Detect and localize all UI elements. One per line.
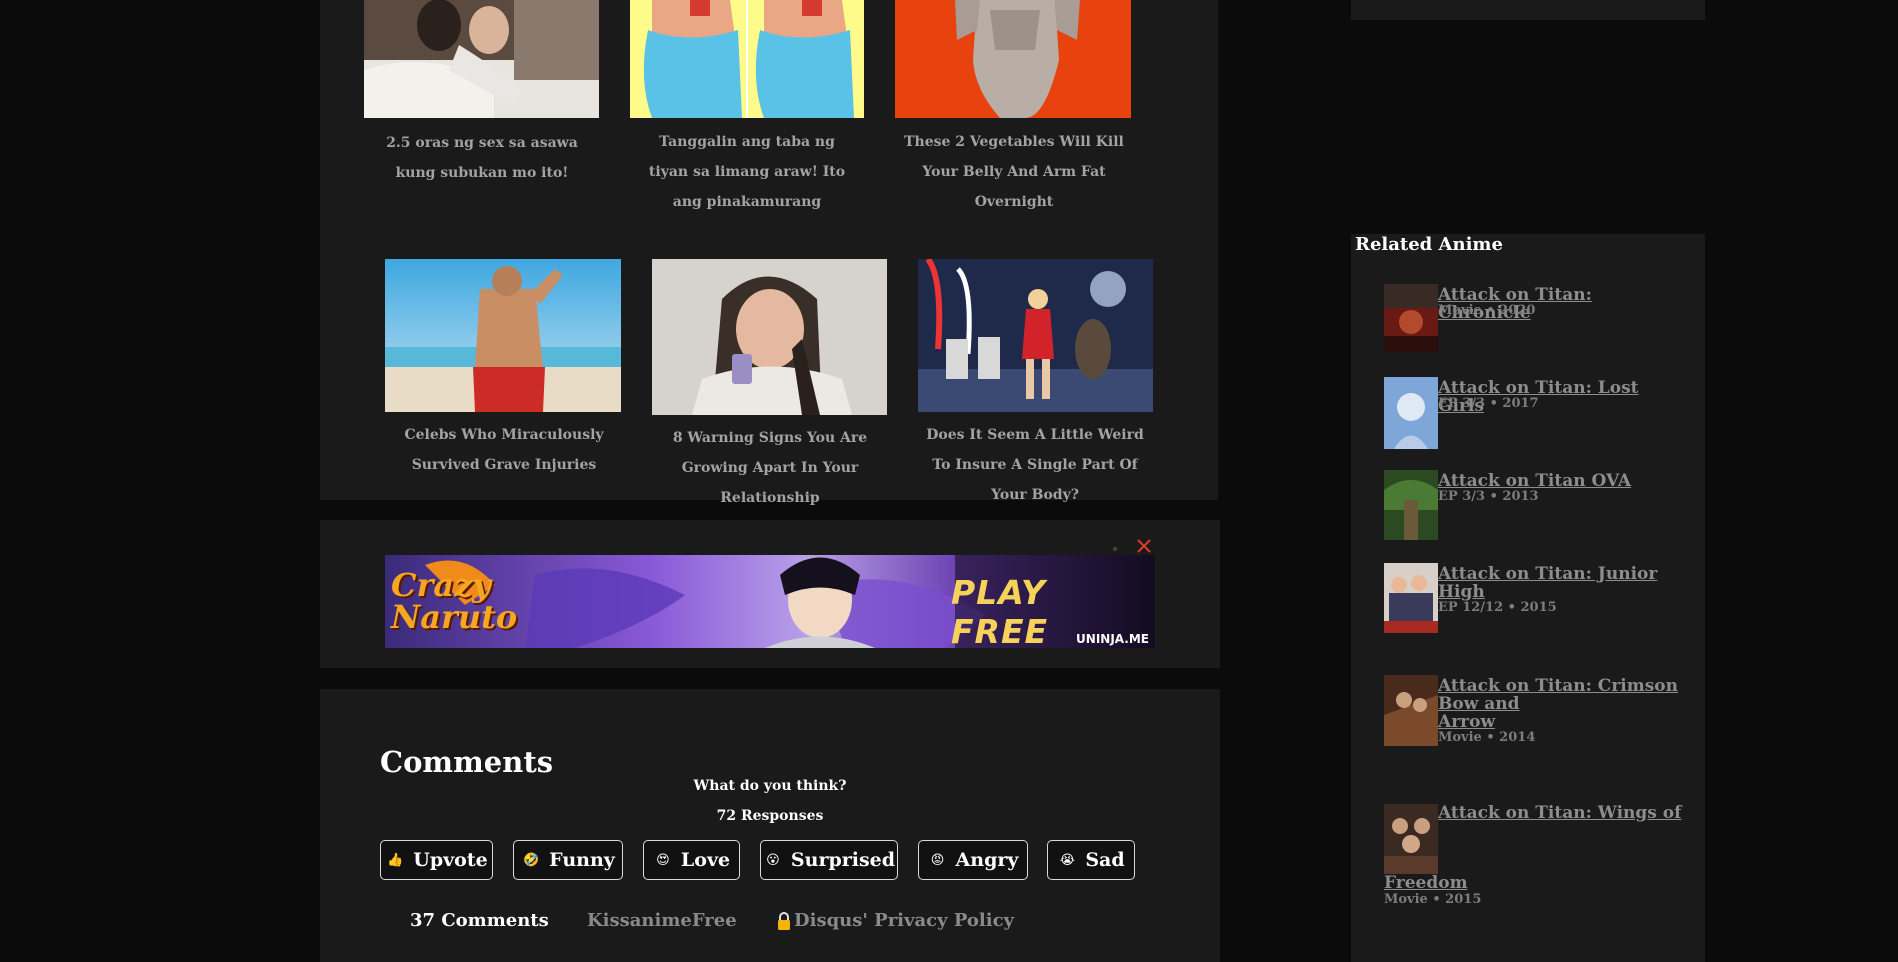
reaction-label: Love bbox=[680, 849, 731, 871]
related-anime-title[interactable]: Freedom bbox=[1384, 874, 1468, 892]
tab-community[interactable]: KissanimeFree bbox=[587, 910, 737, 931]
response-count: 72 Responses bbox=[716, 808, 824, 824]
recommended-caption[interactable]: Does It Seem A Little Weird To Insure A … bbox=[915, 420, 1155, 510]
reaction-prompt: What do you think? bbox=[693, 778, 847, 794]
related-anime-meta: EP 12/12 • 2015 bbox=[1438, 600, 1557, 615]
related-anime-item[interactable]: Attack on Titan OVA EP 3/3 • 2013 bbox=[1384, 470, 1684, 540]
recommended-caption[interactable]: 8 Warning Signs You Are Growing Apart In… bbox=[652, 423, 888, 513]
heart-eyes-face-icon: 😍 bbox=[656, 852, 670, 868]
recommended-caption[interactable]: 2.5 oras ng sex sa asawa kung subukan mo… bbox=[376, 128, 588, 188]
reaction-label: Angry bbox=[955, 849, 1019, 871]
recommended-thumbnail[interactable] bbox=[918, 259, 1153, 412]
recommended-thumbnail[interactable] bbox=[364, 0, 599, 118]
recommended-thumbnail[interactable] bbox=[652, 259, 887, 415]
related-anime-meta: EP 3/3 • 2013 bbox=[1438, 489, 1539, 504]
anime-poster[interactable] bbox=[1384, 470, 1438, 540]
crying-face-icon: 😭 bbox=[1059, 852, 1075, 868]
recommended-caption[interactable]: These 2 Vegetables Will Kill Your Belly … bbox=[898, 127, 1130, 217]
reaction-surprised-button[interactable]: 😮 Surprised bbox=[760, 840, 898, 880]
recommended-caption[interactable]: Celebs Who Miraculously Survived Grave I… bbox=[386, 420, 622, 480]
angry-face-icon: 😡 bbox=[930, 852, 945, 868]
recommended-caption[interactable]: Tanggalin ang taba ng tiyan sa limang ar… bbox=[640, 127, 854, 217]
recommended-thumbnail[interactable] bbox=[385, 259, 621, 412]
related-anime-item[interactable]: Attack on Titan: Crimson Bow and Arrow M… bbox=[1384, 675, 1684, 765]
reaction-label: Sad bbox=[1085, 849, 1125, 871]
related-anime-item[interactable]: Attack on Titan: Junior High EP 12/12 • … bbox=[1384, 563, 1684, 633]
laughing-face-icon: 🤣 bbox=[523, 852, 540, 868]
privacy-policy-label: Disqus' Privacy Policy bbox=[794, 910, 1014, 931]
reaction-angry-button[interactable]: 😡 Angry bbox=[918, 840, 1028, 880]
related-anime-item[interactable]: Attack on Titan: Chronicle Movie • 2020 bbox=[1384, 284, 1684, 352]
ad-banner[interactable]: Crazy Naruto PLAY FREE UNINJA.ME bbox=[385, 555, 1155, 648]
sidebar-top-widget bbox=[1351, 0, 1705, 20]
related-anime-meta: Movie • 2015 bbox=[1384, 892, 1482, 907]
ad-domain: UNINJA.ME bbox=[1076, 632, 1149, 646]
related-anime-meta: EP 3/3 • 2017 bbox=[1438, 396, 1539, 411]
related-anime-item[interactable]: Attack on Titan: Lost Girls EP 3/3 • 201… bbox=[1384, 377, 1684, 449]
anime-poster[interactable] bbox=[1384, 804, 1438, 874]
thumbs-up-icon: 👍 bbox=[387, 852, 404, 868]
anime-poster[interactable] bbox=[1384, 563, 1438, 633]
tab-comment-count[interactable]: 37 Comments bbox=[410, 910, 549, 931]
comments-heading: Comments bbox=[380, 745, 554, 779]
reaction-label: Funny bbox=[549, 849, 615, 871]
anime-poster[interactable] bbox=[1384, 675, 1438, 746]
ad-info-dot bbox=[1113, 547, 1117, 551]
ad-brand-logo: Crazy Naruto bbox=[391, 566, 518, 636]
related-anime-title[interactable]: Attack on Titan: Crimson Bow and Arrow bbox=[1438, 677, 1678, 731]
related-anime-title[interactable]: Attack on Titan: Wings of bbox=[1438, 804, 1681, 822]
reaction-funny-button[interactable]: 🤣 Funny bbox=[513, 840, 623, 880]
close-icon[interactable] bbox=[1136, 538, 1152, 554]
related-anime-meta: Movie • 2014 bbox=[1438, 730, 1536, 745]
anime-poster[interactable] bbox=[1384, 377, 1438, 449]
recommended-thumbnail[interactable] bbox=[895, 0, 1131, 118]
anime-poster[interactable] bbox=[1384, 284, 1438, 352]
recommended-thumbnail[interactable] bbox=[630, 0, 864, 118]
reaction-love-button[interactable]: 😍 Love bbox=[643, 840, 740, 880]
related-anime-heading: Related Anime bbox=[1355, 234, 1503, 255]
related-anime-title[interactable]: Attack on Titan OVA bbox=[1438, 472, 1631, 490]
reaction-label: Upvote bbox=[413, 849, 488, 871]
related-anime-item[interactable]: Attack on Titan: Wings of Freedom Movie … bbox=[1384, 804, 1684, 909]
reaction-sad-button[interactable]: 😭 Sad bbox=[1047, 840, 1135, 880]
surprised-face-icon: 😮 bbox=[766, 852, 780, 868]
reaction-upvote-button[interactable]: 👍 Upvote bbox=[380, 840, 493, 880]
reaction-label: Surprised bbox=[790, 849, 896, 871]
related-anime-title[interactable]: Attack on Titan: Junior High bbox=[1438, 565, 1657, 601]
privacy-policy-link[interactable]: Disqus' Privacy Policy bbox=[776, 910, 1014, 931]
related-anime-meta: Movie • 2020 bbox=[1438, 303, 1536, 318]
lock-icon bbox=[776, 911, 792, 931]
